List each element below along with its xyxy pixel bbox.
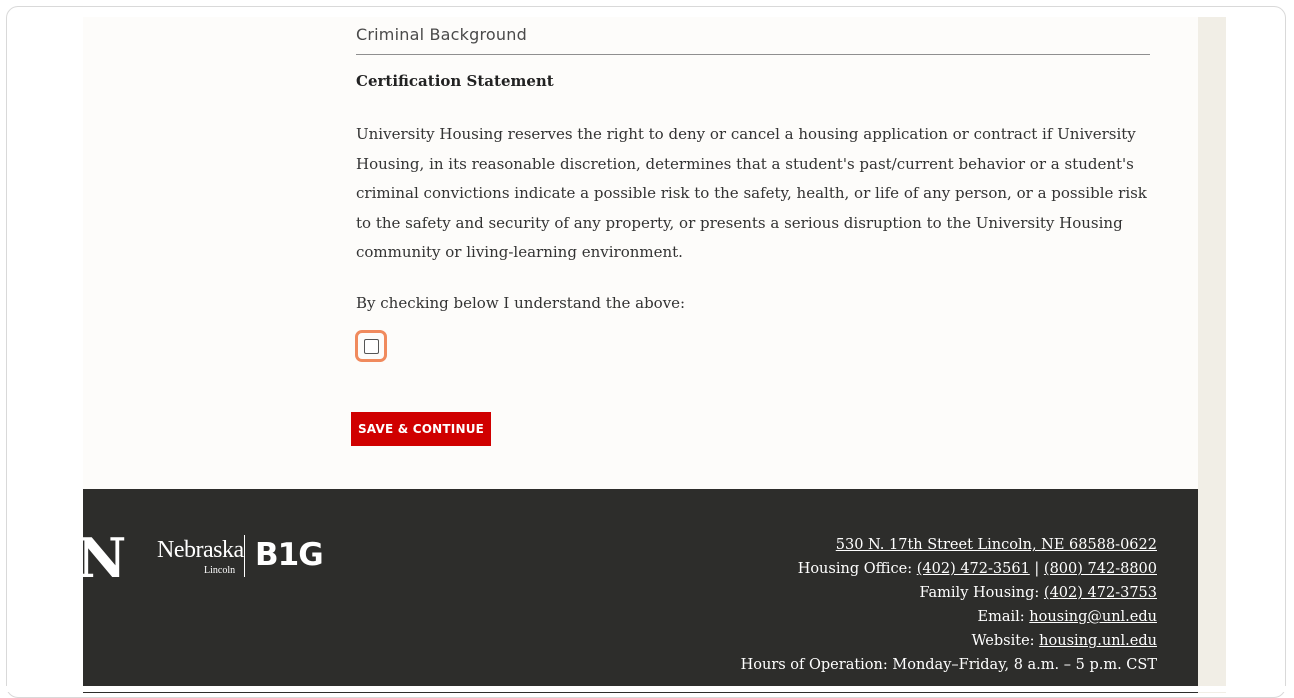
family-housing-line: Family Housing: (402) 472-3753 <box>741 581 1157 605</box>
housing-office-label: Housing Office: <box>797 561 913 577</box>
nebraska-n-logo[interactable]: N <box>83 531 126 585</box>
lincoln-wordmark: Lincoln <box>204 565 236 576</box>
email-label: Email: <box>977 609 1025 625</box>
address-line: 530 N. 17th Street Lincoln, NE 68588-062… <box>741 533 1157 557</box>
nebraska-wordmark[interactable]: Nebraska <box>157 537 244 564</box>
certification-heading: Certification Statement <box>356 72 554 90</box>
phone-separator: | <box>1034 561 1040 577</box>
website-label: Website: <box>971 633 1035 649</box>
housing-office-tollfree-link[interactable]: (800) 742-8800 <box>1044 561 1157 577</box>
email-link[interactable]: housing@unl.edu <box>1029 609 1157 625</box>
address-link[interactable]: 530 N. 17th Street Lincoln, NE 68588-062… <box>836 537 1157 553</box>
website-line: Website: housing.unl.edu <box>741 629 1157 653</box>
certification-body: University Housing reserves the right to… <box>356 125 1147 261</box>
checkbox-highlight[interactable] <box>355 330 387 362</box>
section-label: Criminal Background <box>356 25 527 44</box>
section-divider <box>356 54 1150 55</box>
logo-divider <box>244 535 245 577</box>
housing-office-line: Housing Office: (402) 472-3561 | (800) 7… <box>741 557 1157 581</box>
page-content: Criminal Background Certification Statem… <box>83 17 1198 693</box>
footer: N Nebraska Lincoln B1G 530 N. 17th Stree… <box>83 489 1198 693</box>
contact-info: 530 N. 17th Street Lincoln, NE 68588-062… <box>741 533 1157 677</box>
family-housing-label: Family Housing: <box>919 585 1040 601</box>
big-ten-logo[interactable]: B1G <box>255 537 324 573</box>
bottom-edge <box>0 686 1294 692</box>
hours-line: Hours of Operation: Monday–Friday, 8 a.m… <box>740 657 1157 673</box>
page-side-strip <box>1198 17 1226 693</box>
family-housing-phone-link[interactable]: (402) 472-3753 <box>1044 585 1157 601</box>
housing-office-phone-link[interactable]: (402) 472-3561 <box>917 561 1030 577</box>
checkbox-prompt: By checking below I understand the above… <box>356 294 686 312</box>
browser-frame: Criminal Background Certification Statem… <box>6 6 1286 698</box>
email-line: Email: housing@unl.edu <box>741 605 1157 629</box>
website-link[interactable]: housing.unl.edu <box>1039 633 1157 649</box>
understand-checkbox[interactable] <box>363 338 379 354</box>
save-continue-button[interactable]: SAVE & CONTINUE <box>351 412 491 446</box>
